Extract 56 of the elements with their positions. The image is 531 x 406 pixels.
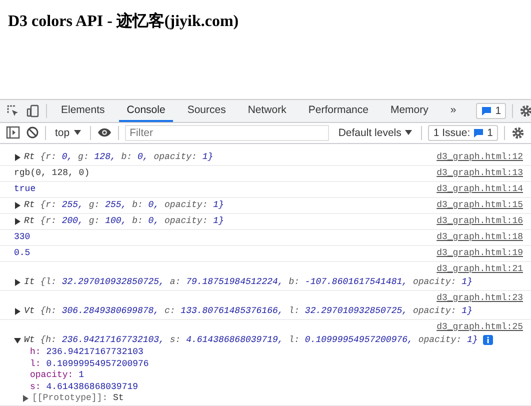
source-link[interactable]: d3_graph.html:19 (436, 248, 523, 258)
panel-tab[interactable]: Memory (382, 100, 436, 122)
log-value: 330 (14, 232, 30, 242)
filter-input[interactable]: Filter (124, 124, 330, 140)
log-value: 0.5 (14, 248, 30, 258)
property-entry: h: 236.94217167732103 (30, 347, 144, 358)
more-tabs-button[interactable]: » (442, 100, 464, 122)
panel-tab[interactable]: Elements (53, 100, 113, 122)
info-icon[interactable] (482, 335, 493, 345)
source-link[interactable]: d3_graph.html:12 (436, 152, 523, 162)
panel-tab[interactable]: Performance (300, 100, 376, 122)
collapsed-triangle-icon[interactable] (14, 278, 21, 286)
property-entry: s: 4.614386868039719 (30, 382, 138, 392)
object-preview[interactable]: Rt {r: 200, g: 100, b: 0, opacity: 1} (24, 216, 224, 226)
object-preview[interactable]: Rt {r: 255, g: 255, b: 0, opacity: 1} (24, 200, 224, 210)
source-link[interactable]: d3_graph.html:16 (436, 216, 523, 226)
caret-icon (74, 130, 81, 135)
eye-icon[interactable] (96, 127, 112, 138)
sidebar-toggle-icon[interactable] (6, 126, 20, 139)
console-settings-icon[interactable] (511, 126, 525, 140)
log-text: rgb(0, 128, 0) (14, 168, 90, 178)
object-preview[interactable]: Vt {h: 306.2849380699878, c: 133.80761485376166, l: 32.297010932850725, opacity: 1} (24, 306, 472, 316)
object-preview[interactable]: It {l: 32.297010932850725, a: 79.18751984512224, b: -107.8601617541481, opacity: 1} (24, 277, 472, 287)
log-levels-dropdown[interactable]: Default levels (335, 126, 416, 138)
device-toolbar-icon[interactable] (26, 104, 40, 118)
property-entry: opacity: 1 (30, 370, 84, 380)
context-dropdown[interactable]: top (52, 126, 84, 138)
source-link[interactable]: d3_graph.html:23 (436, 293, 523, 303)
inspect-element-icon[interactable] (6, 104, 20, 118)
source-link[interactable]: d3_graph.html:15 (436, 200, 523, 210)
source-link[interactable]: d3_graph.html:14 (436, 184, 523, 194)
source-link[interactable]: d3_graph.html:13 (436, 168, 523, 178)
messages-badge[interactable]: 1 (476, 102, 506, 118)
source-link[interactable]: d3_graph.html:18 (436, 232, 523, 242)
message-icon (481, 106, 492, 116)
object-preview[interactable]: Rt {r: 0, g: 128, b: 0, opacity: 1} (24, 152, 214, 162)
message-icon (473, 128, 484, 138)
prototype-entry[interactable]: [[Prototype]]: St (32, 393, 124, 404)
source-link[interactable]: d3_graph.html:21 (436, 264, 523, 274)
collapsed-triangle-icon[interactable] (14, 218, 21, 224)
log-value: true (14, 184, 36, 194)
caret-icon (405, 130, 412, 135)
page-heading: D3 colors API - 迹忆客(jiyik.com) (8, 11, 240, 32)
collapsed-triangle-icon[interactable] (14, 202, 21, 208)
panel-tab[interactable]: Sources (179, 100, 234, 122)
clear-console-icon[interactable] (26, 126, 39, 139)
collapsed-triangle-icon[interactable] (14, 308, 21, 314)
expanded-triangle-icon[interactable] (14, 336, 21, 344)
issues-button[interactable]: 1 Issue: 1 (428, 124, 498, 140)
collapsed-triangle-icon[interactable] (22, 394, 29, 402)
settings-icon[interactable] (519, 104, 531, 118)
panel-tab[interactable]: Network (240, 100, 294, 122)
object-preview[interactable]: Wt {h: 236.94217167732103, s: 4.614386868039719, l: 0.10999954957200976, opacity: 1} (24, 335, 478, 345)
source-link[interactable]: d3_graph.html:25 (436, 322, 523, 332)
collapsed-triangle-icon[interactable] (14, 154, 21, 160)
property-entry: l: 0.10999954957200976 (30, 358, 149, 369)
